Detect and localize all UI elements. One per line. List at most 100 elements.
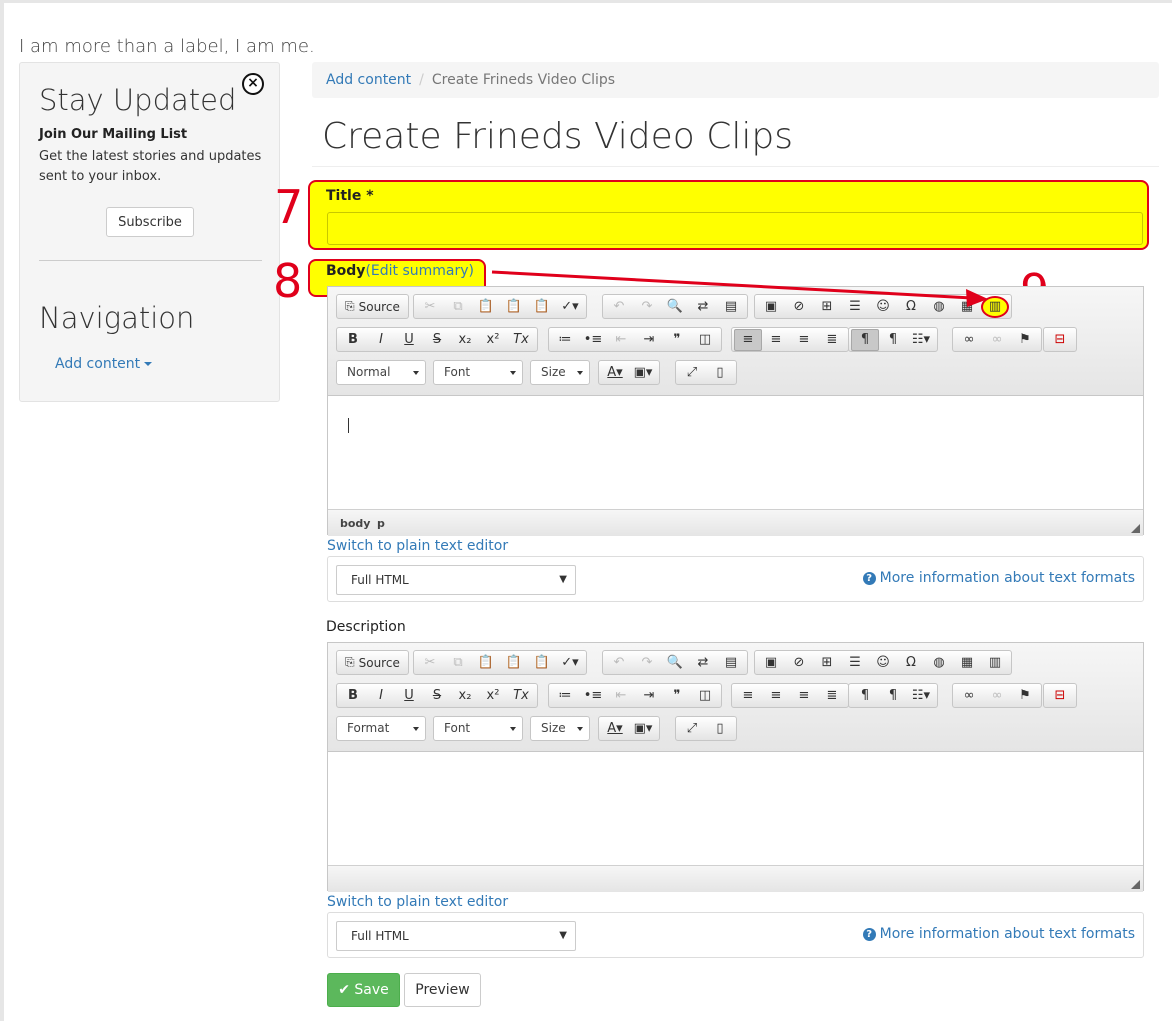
select-all-icon[interactable]: ▤ <box>717 296 745 318</box>
numbered-list-icon[interactable]: ≔ <box>551 685 579 707</box>
path-body[interactable]: body <box>340 517 370 530</box>
outdent-icon[interactable]: ⇤ <box>607 685 635 707</box>
link-icon[interactable]: ∞ <box>955 329 983 351</box>
body-editing-area[interactable] <box>328 396 1143 509</box>
select-all-icon[interactable]: ▤ <box>717 652 745 674</box>
source-button[interactable]: ⎘ Source <box>339 652 406 674</box>
font-combo[interactable]: Font <box>433 360 523 385</box>
copy-icon[interactable]: ⧉ <box>444 296 472 318</box>
media-embed-icon[interactable]: ▦ <box>953 296 981 318</box>
find-icon[interactable]: 🔍 <box>661 296 689 318</box>
anchor-icon[interactable]: ⚑ <box>1011 685 1039 707</box>
add-content-dropdown[interactable]: Add content <box>55 356 153 372</box>
underline-icon[interactable]: U <box>395 329 423 351</box>
page-break-icon[interactable]: ⊟ <box>1046 329 1074 351</box>
outdent-icon[interactable]: ⇤ <box>607 329 635 351</box>
video-embed-icon[interactable]: ▥ <box>981 295 1009 318</box>
flash-icon[interactable]: ⊘ <box>785 296 813 318</box>
ltr-icon[interactable]: ¶ <box>851 685 879 707</box>
paste-word-icon[interactable]: 📋 <box>528 652 556 674</box>
align-left-icon[interactable]: ≡ <box>734 328 762 351</box>
blockquote-icon[interactable]: ❞ <box>663 329 691 351</box>
create-div-icon[interactable]: ◫ <box>691 329 719 351</box>
subscribe-button[interactable]: Subscribe <box>106 207 194 237</box>
bulleted-list-icon[interactable]: •≡ <box>579 685 607 707</box>
spellcheck-icon[interactable]: ✓▾ <box>556 652 584 674</box>
special-char-icon[interactable]: Ω <box>897 652 925 674</box>
iframe-icon[interactable]: ◍ <box>925 652 953 674</box>
undo-icon[interactable]: ↶ <box>605 296 633 318</box>
horizontal-rule-icon[interactable]: ☰ <box>841 652 869 674</box>
size-combo[interactable]: Size <box>530 716 590 741</box>
bold-icon[interactable]: B <box>339 329 367 351</box>
language-icon[interactable]: ☷▾ <box>907 685 935 707</box>
page-break-icon[interactable]: ⊟ <box>1046 685 1074 707</box>
style-format-combo[interactable]: Normal <box>336 360 426 385</box>
cut-icon[interactable]: ✂ <box>416 652 444 674</box>
superscript-icon[interactable]: x² <box>479 329 507 351</box>
replace-icon[interactable]: ⇄ <box>689 296 717 318</box>
path-p[interactable]: p <box>377 517 385 530</box>
switch-plain-text-link[interactable]: Switch to plain text editor <box>327 538 508 554</box>
title-input[interactable] <box>327 212 1143 245</box>
paste-text-icon[interactable]: 📋 <box>500 296 528 318</box>
resize-handle-icon[interactable] <box>1131 524 1140 533</box>
paste-icon[interactable]: 📋 <box>472 296 500 318</box>
source-button[interactable]: ⎘ Source <box>339 296 406 318</box>
italic-icon[interactable]: I <box>367 685 395 707</box>
bold-icon[interactable]: B <box>339 685 367 707</box>
horizontal-rule-icon[interactable]: ☰ <box>841 296 869 318</box>
indent-icon[interactable]: ⇥ <box>635 685 663 707</box>
resize-handle-icon[interactable] <box>1131 880 1140 889</box>
iframe-icon[interactable]: ◍ <box>925 296 953 318</box>
paste-text-icon[interactable]: 📋 <box>500 652 528 674</box>
edit-summary-link[interactable]: (Edit summary) <box>365 263 474 279</box>
background-color-icon[interactable]: ▣▾ <box>629 718 657 740</box>
image-icon[interactable]: ▣ <box>757 296 785 318</box>
more-info-link[interactable]: ? More information about text formats <box>862 926 1135 942</box>
preview-button[interactable]: Preview <box>404 973 481 1007</box>
text-color-icon[interactable]: A▾ <box>601 718 629 740</box>
show-blocks-icon[interactable]: ▯ <box>706 718 734 740</box>
indent-icon[interactable]: ⇥ <box>635 329 663 351</box>
paste-word-icon[interactable]: 📋 <box>528 296 556 318</box>
strike-icon[interactable]: S <box>423 329 451 351</box>
justify-icon[interactable]: ≣ <box>818 685 846 707</box>
text-format-select[interactable]: Full HTML ▼ <box>336 921 576 951</box>
save-button[interactable]: ✔ Save <box>327 973 400 1007</box>
spellcheck-icon[interactable]: ✓▾ <box>556 296 584 318</box>
undo-icon[interactable]: ↶ <box>605 652 633 674</box>
show-blocks-icon[interactable]: ▯ <box>706 362 734 384</box>
language-icon[interactable]: ☷▾ <box>907 329 935 351</box>
text-color-icon[interactable]: A▾ <box>601 362 629 384</box>
unlink-icon[interactable]: ∞ <box>983 685 1011 707</box>
redo-icon[interactable]: ↷ <box>633 652 661 674</box>
bulleted-list-icon[interactable]: •≡ <box>579 329 607 351</box>
switch-plain-text-link[interactable]: Switch to plain text editor <box>327 894 508 910</box>
table-icon[interactable]: ⊞ <box>813 296 841 318</box>
link-icon[interactable]: ∞ <box>955 685 983 707</box>
numbered-list-icon[interactable]: ≔ <box>551 329 579 351</box>
special-char-icon[interactable]: Ω <box>897 296 925 318</box>
align-center-icon[interactable]: ≡ <box>762 685 790 707</box>
create-div-icon[interactable]: ◫ <box>691 685 719 707</box>
italic-icon[interactable]: I <box>367 329 395 351</box>
text-format-select[interactable]: Full HTML ▼ <box>336 565 576 595</box>
flash-icon[interactable]: ⊘ <box>785 652 813 674</box>
maximize-icon[interactable]: ⤢ <box>678 362 706 384</box>
paste-icon[interactable]: 📋 <box>472 652 500 674</box>
media-embed-icon[interactable]: ▦ <box>953 652 981 674</box>
subscript-icon[interactable]: x₂ <box>451 685 479 707</box>
table-icon[interactable]: ⊞ <box>813 652 841 674</box>
description-editing-area[interactable] <box>328 752 1143 865</box>
subscript-icon[interactable]: x₂ <box>451 329 479 351</box>
video-embed-icon[interactable]: ▥ <box>981 652 1009 674</box>
underline-icon[interactable]: U <box>395 685 423 707</box>
rtl-icon[interactable]: ¶ <box>879 685 907 707</box>
background-color-icon[interactable]: ▣▾ <box>629 362 657 384</box>
blockquote-icon[interactable]: ❞ <box>663 685 691 707</box>
size-combo[interactable]: Size <box>530 360 590 385</box>
redo-icon[interactable]: ↷ <box>633 296 661 318</box>
align-center-icon[interactable]: ≡ <box>762 329 790 351</box>
cut-icon[interactable]: ✂ <box>416 296 444 318</box>
